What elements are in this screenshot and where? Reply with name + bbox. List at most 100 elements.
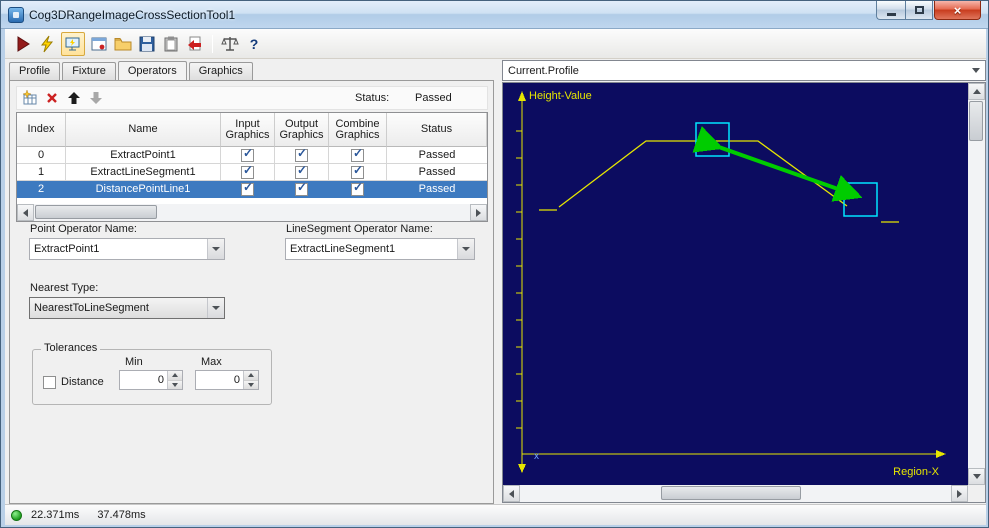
reset-button[interactable]	[183, 32, 207, 56]
copy-results-button[interactable]	[159, 32, 183, 56]
canvas-background	[503, 83, 968, 485]
cell-status: Passed	[387, 147, 487, 164]
toolbar-separator	[212, 34, 213, 53]
close-button[interactable]: ×	[934, 1, 981, 20]
scroll-thumb[interactable]	[35, 205, 157, 219]
col-header-name[interactable]: Name	[66, 113, 221, 147]
profile-canvas[interactable]: Height-Value Region-X x	[503, 83, 968, 485]
spin-up-button[interactable]	[244, 371, 258, 381]
spin-down-button[interactable]	[244, 380, 258, 389]
scroll-right-button[interactable]	[470, 204, 487, 221]
status-bar: 22.371ms 37.478ms	[5, 504, 986, 525]
input-graphics-checkbox[interactable]	[241, 182, 254, 196]
process-time: 22.371ms	[31, 509, 80, 521]
chevron-down-icon[interactable]	[207, 239, 224, 259]
chevron-down-icon[interactable]	[967, 68, 985, 73]
status-value: Passed	[415, 92, 452, 104]
display-toggle-icon	[65, 37, 80, 50]
output-graphics-checkbox[interactable]	[295, 148, 308, 162]
result-window-button[interactable]	[87, 32, 111, 56]
lightning-icon	[40, 35, 54, 52]
help-icon: ?	[249, 35, 259, 52]
combine-graphics-checkbox[interactable]	[351, 182, 364, 196]
graphics-display: Height-Value Region-X x	[502, 82, 986, 503]
tab-graphics[interactable]: Graphics	[188, 62, 253, 80]
app-window: Cog3DRangeImageCrossSectionTool1 × ? Pro…	[0, 0, 989, 528]
clipboard-icon	[164, 36, 178, 51]
nearest-type-value: NearestToLineSegment	[34, 302, 149, 314]
point-operator-value: ExtractPoint1	[34, 243, 100, 255]
tab-fixture[interactable]: Fixture	[62, 62, 116, 80]
tolerances-title: Tolerances	[41, 342, 101, 354]
cell-name: DistancePointLine1	[66, 181, 221, 198]
operators-tab-page: Status: Passed Index Name Input Graphics…	[9, 80, 494, 504]
tab-operators[interactable]: Operators	[117, 61, 187, 80]
display-toggle-button[interactable]	[61, 31, 85, 56]
y-axis-label: Height-Value	[529, 90, 592, 102]
delete-operator-button[interactable]	[41, 88, 63, 108]
operators-toolbar: Status: Passed	[16, 86, 488, 110]
record-selector-combo[interactable]: Current.Profile	[502, 60, 986, 81]
display-vertical-scrollbar[interactable]	[968, 83, 985, 485]
save-button[interactable]	[135, 32, 159, 56]
cell-name: ExtractPoint1	[66, 147, 221, 164]
add-operator-button[interactable]	[19, 88, 41, 108]
cell-index: 2	[17, 181, 66, 198]
scroll-right-button[interactable]	[951, 485, 968, 502]
combine-graphics-checkbox[interactable]	[351, 148, 364, 162]
run-icon	[17, 35, 30, 52]
tolerances-groupbox: Tolerances Distance Min 0 Max 0	[32, 342, 272, 405]
open-button[interactable]	[111, 32, 135, 56]
scroll-left-button[interactable]	[17, 204, 34, 221]
scroll-up-button[interactable]	[968, 83, 985, 100]
distance-checkbox[interactable]	[43, 376, 56, 389]
grid-row-1[interactable]: 1 ExtractLineSegment1 Passed	[17, 164, 487, 181]
output-graphics-checkbox[interactable]	[295, 182, 308, 196]
col-header-input[interactable]: Input Graphics	[221, 113, 275, 147]
distance-label: Distance	[61, 376, 104, 388]
move-down-button[interactable]	[85, 88, 107, 108]
minimize-button[interactable]	[876, 1, 905, 20]
output-graphics-checkbox[interactable]	[295, 165, 308, 179]
grid-row-2[interactable]: 2 DistancePointLine1 Passed	[17, 181, 487, 198]
measure-units-button[interactable]	[218, 32, 242, 56]
spin-down-button[interactable]	[168, 380, 182, 389]
close-icon: ×	[953, 2, 962, 18]
chevron-down-icon[interactable]	[207, 298, 224, 318]
col-header-combine[interactable]: Combine Graphics	[329, 113, 387, 147]
electric-run-button[interactable]	[35, 32, 59, 56]
scroll-thumb[interactable]	[969, 101, 983, 141]
tab-profile[interactable]: Profile	[9, 62, 61, 80]
min-spinner[interactable]: 0	[119, 370, 183, 390]
input-graphics-checkbox[interactable]	[241, 148, 254, 162]
maximize-button[interactable]	[905, 1, 933, 20]
spin-up-button[interactable]	[168, 371, 182, 381]
cell-status: Passed	[387, 164, 487, 181]
scroll-thumb[interactable]	[661, 486, 801, 500]
col-header-index[interactable]: Index	[17, 113, 66, 147]
run-button[interactable]	[11, 32, 35, 56]
col-header-status[interactable]: Status	[387, 113, 487, 147]
cell-index: 0	[17, 147, 66, 164]
display-horizontal-scrollbar[interactable]	[503, 485, 968, 502]
col-header-output[interactable]: Output Graphics	[275, 113, 329, 147]
min-label: Min	[125, 356, 143, 368]
origin-x-label: x	[534, 451, 539, 462]
scroll-left-button[interactable]	[503, 485, 520, 502]
input-graphics-checkbox[interactable]	[241, 165, 254, 179]
min-value: 0	[157, 374, 164, 386]
title-bar[interactable]: Cog3DRangeImageCrossSectionTool1 ×	[1, 1, 988, 29]
grid-horizontal-scrollbar[interactable]	[17, 204, 487, 221]
chevron-down-icon[interactable]	[457, 239, 474, 259]
grid-row-0[interactable]: 0 ExtractPoint1 Passed	[17, 147, 487, 164]
combine-graphics-checkbox[interactable]	[351, 165, 364, 179]
move-up-button[interactable]	[63, 88, 85, 108]
linesegment-operator-combo[interactable]: ExtractLineSegment1	[285, 238, 475, 260]
add-operator-icon	[22, 90, 37, 105]
operators-grid: Index Name Input Graphics Output Graphic…	[16, 112, 488, 222]
point-operator-combo[interactable]: ExtractPoint1	[29, 238, 225, 260]
nearest-type-combo[interactable]: NearestToLineSegment	[29, 297, 225, 319]
max-spinner[interactable]: 0	[195, 370, 259, 390]
help-button[interactable]: ?	[242, 32, 266, 56]
scroll-down-button[interactable]	[968, 468, 985, 485]
